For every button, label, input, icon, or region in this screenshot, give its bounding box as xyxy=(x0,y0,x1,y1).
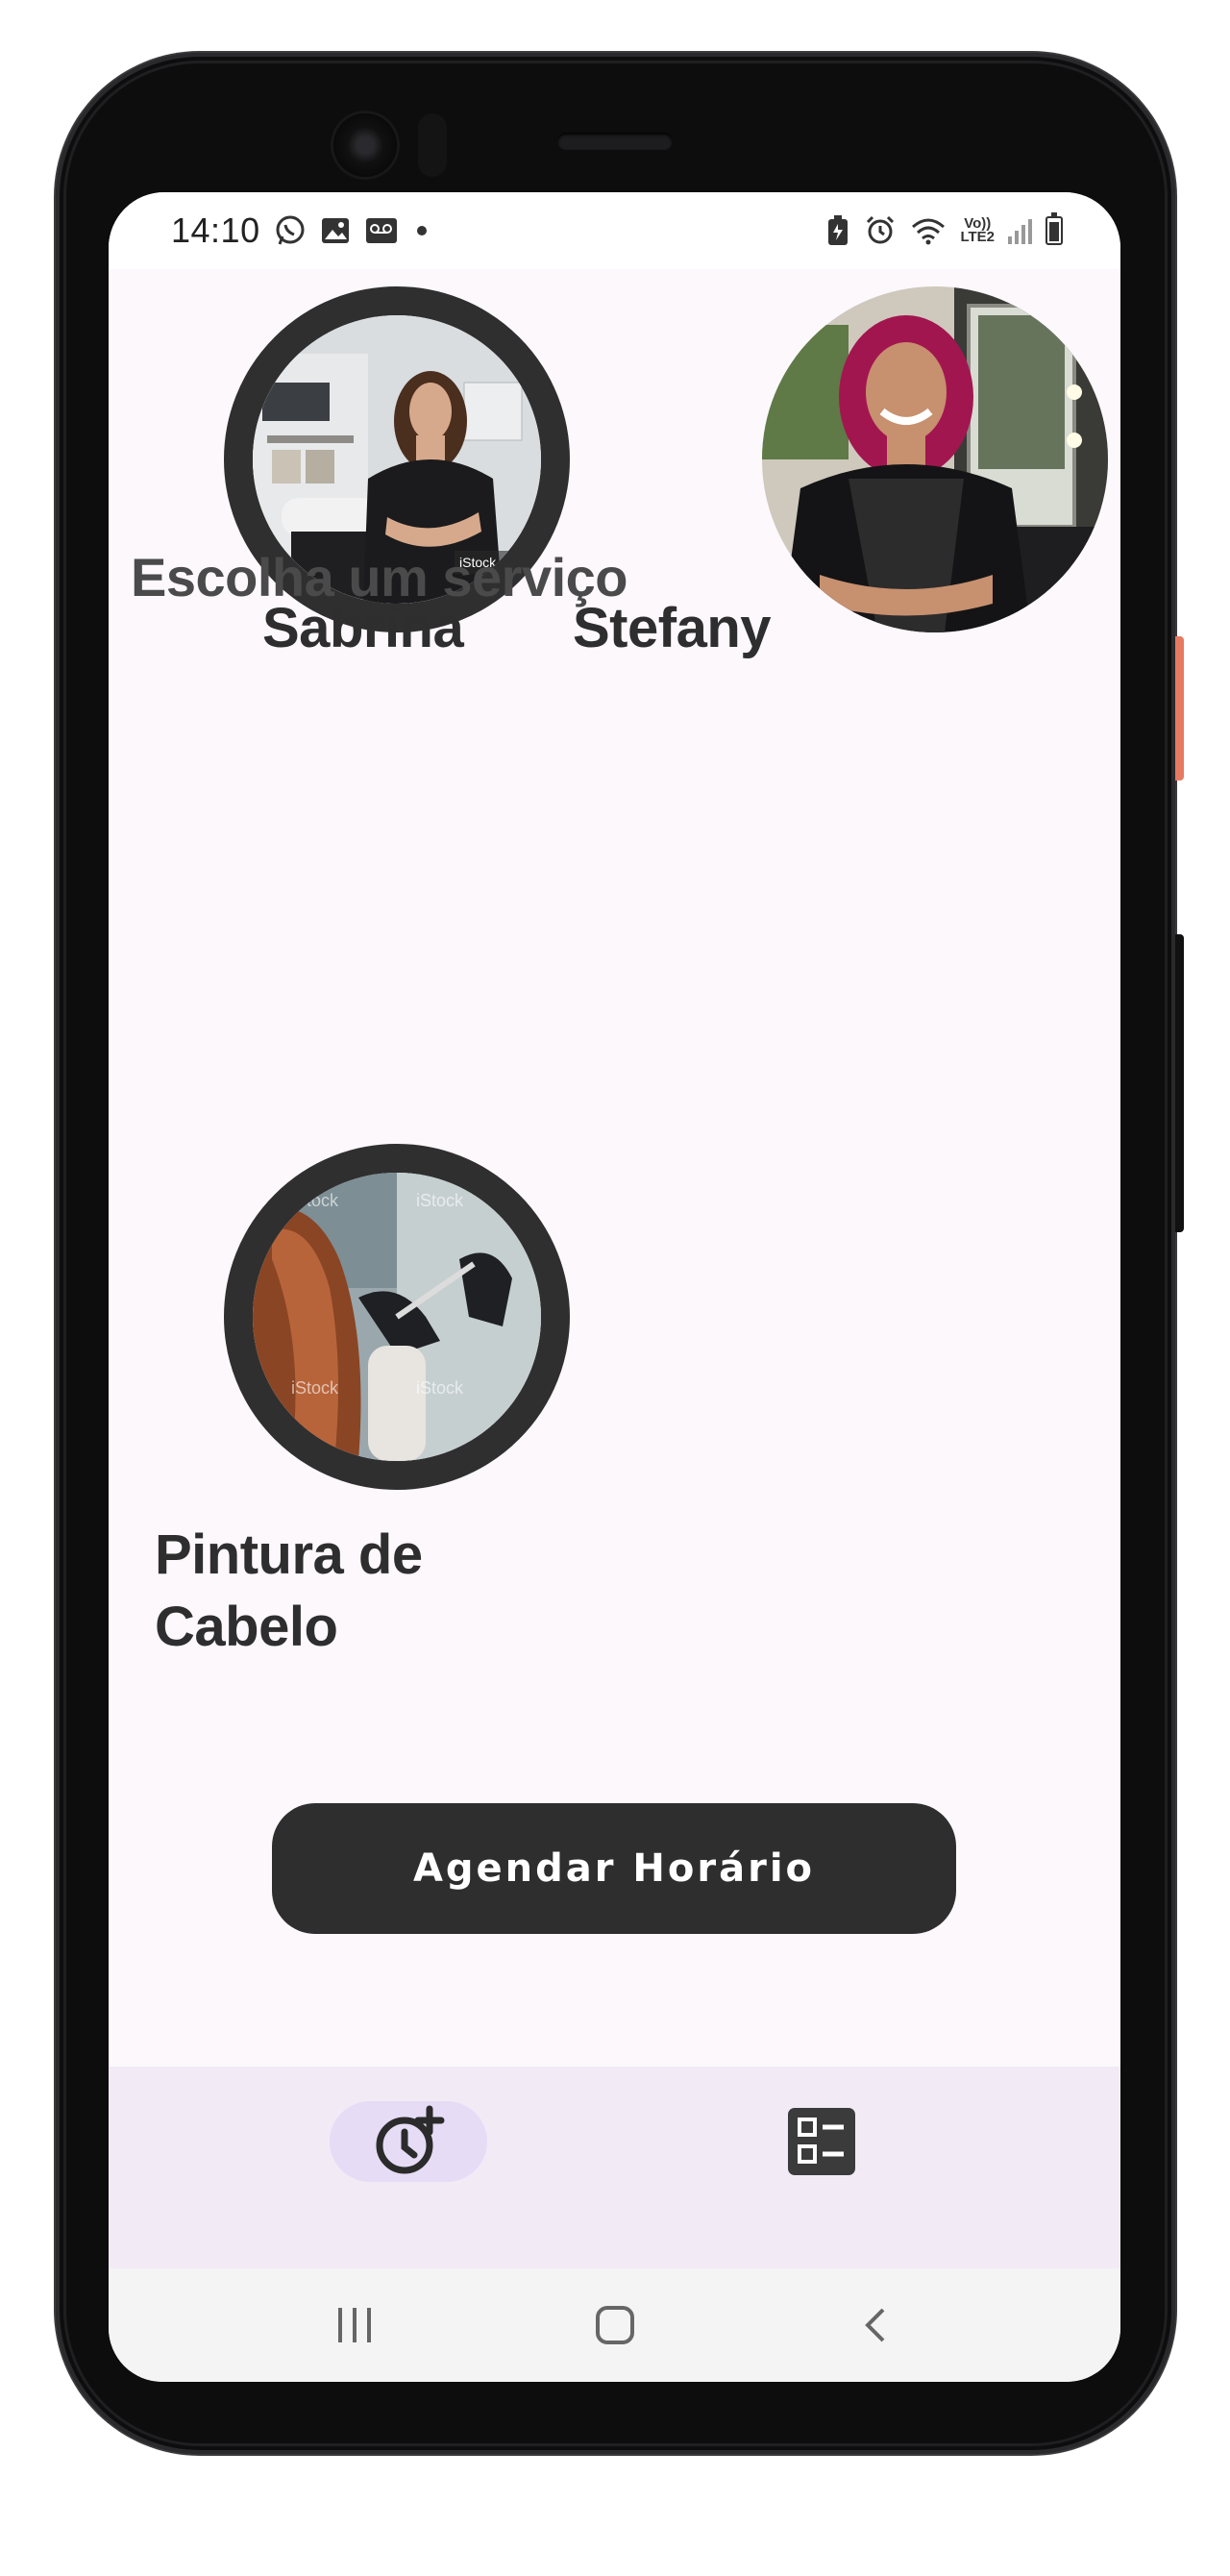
app-screen: 14:10 Vo)) LTE2 iStock Sabrina Stefany E… xyxy=(109,192,1120,2382)
avatar-stefany[interactable] xyxy=(762,286,1108,632)
hair-coloring-photo: iStock iStock iStock iStock xyxy=(253,1173,541,1461)
status-right: Vo)) LTE2 xyxy=(825,212,1063,247)
wifi-icon xyxy=(912,218,946,245)
proximity-sensor xyxy=(418,113,447,177)
svg-text:iStock: iStock xyxy=(416,1378,464,1398)
svg-text:iStock: iStock xyxy=(291,1191,339,1210)
svg-text:iStock: iStock xyxy=(291,1378,339,1398)
schedule-button[interactable]: Agendar Horário xyxy=(272,1803,956,1934)
section-title-services: Escolha um serviço xyxy=(131,547,628,607)
back-button[interactable] xyxy=(832,2291,919,2359)
list-icon xyxy=(788,2108,855,2175)
hairdresser-photo-2 xyxy=(762,286,1108,632)
volume-button xyxy=(1175,934,1184,1232)
recent-apps-icon xyxy=(337,2308,371,2342)
status-bar: 14:10 Vo)) LTE2 xyxy=(109,192,1120,269)
nav-item-list[interactable] xyxy=(743,2101,900,2182)
whatsapp-icon xyxy=(276,215,305,245)
bottom-navigation xyxy=(109,2067,1120,2268)
nav-item-schedule[interactable] xyxy=(330,2101,487,2182)
voicemail-icon xyxy=(365,218,397,243)
lte-label: LTE2 xyxy=(960,229,995,245)
network-label: Vo)) LTE2 xyxy=(960,216,995,245)
signal-icon xyxy=(1008,217,1032,244)
schedule-add-icon xyxy=(376,2105,445,2174)
home-button[interactable] xyxy=(572,2291,658,2359)
earpiece-speaker xyxy=(557,133,673,150)
svg-text:iStock: iStock xyxy=(416,1191,464,1210)
alarm-icon xyxy=(867,215,895,244)
system-navigation-bar xyxy=(109,2268,1120,2382)
recent-apps-button[interactable] xyxy=(311,2291,398,2359)
battery-saver-icon xyxy=(828,215,849,245)
dot-icon xyxy=(416,226,427,235)
service-name[interactable]: Pintura de Cabelo xyxy=(155,1519,558,1663)
front-camera xyxy=(333,113,397,177)
status-left: 14:10 xyxy=(171,211,431,251)
power-button xyxy=(1175,636,1184,780)
back-icon xyxy=(864,2308,884,2342)
status-time: 14:10 xyxy=(171,211,260,250)
service-card-image[interactable]: iStock iStock iStock iStock xyxy=(224,1144,570,1490)
home-icon xyxy=(595,2306,634,2344)
battery-icon xyxy=(1046,212,1063,245)
gallery-icon xyxy=(321,218,349,243)
